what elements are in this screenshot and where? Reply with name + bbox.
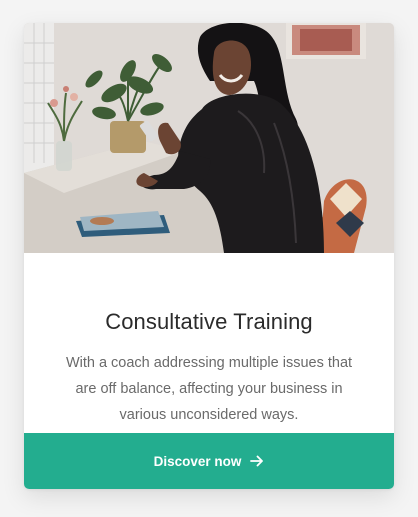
- discover-now-button[interactable]: Discover now: [24, 433, 394, 489]
- card-title: Consultative Training: [105, 309, 313, 334]
- arrow-right-icon: [250, 455, 264, 467]
- service-card: Consultative Training With a coach addre…: [24, 23, 394, 489]
- card-description: With a coach addressing multiple issues …: [65, 355, 353, 423]
- card-photo: [24, 23, 394, 253]
- discover-now-label: Discover now: [153, 453, 242, 469]
- card-body: Consultative Training With a coach addre…: [24, 253, 394, 433]
